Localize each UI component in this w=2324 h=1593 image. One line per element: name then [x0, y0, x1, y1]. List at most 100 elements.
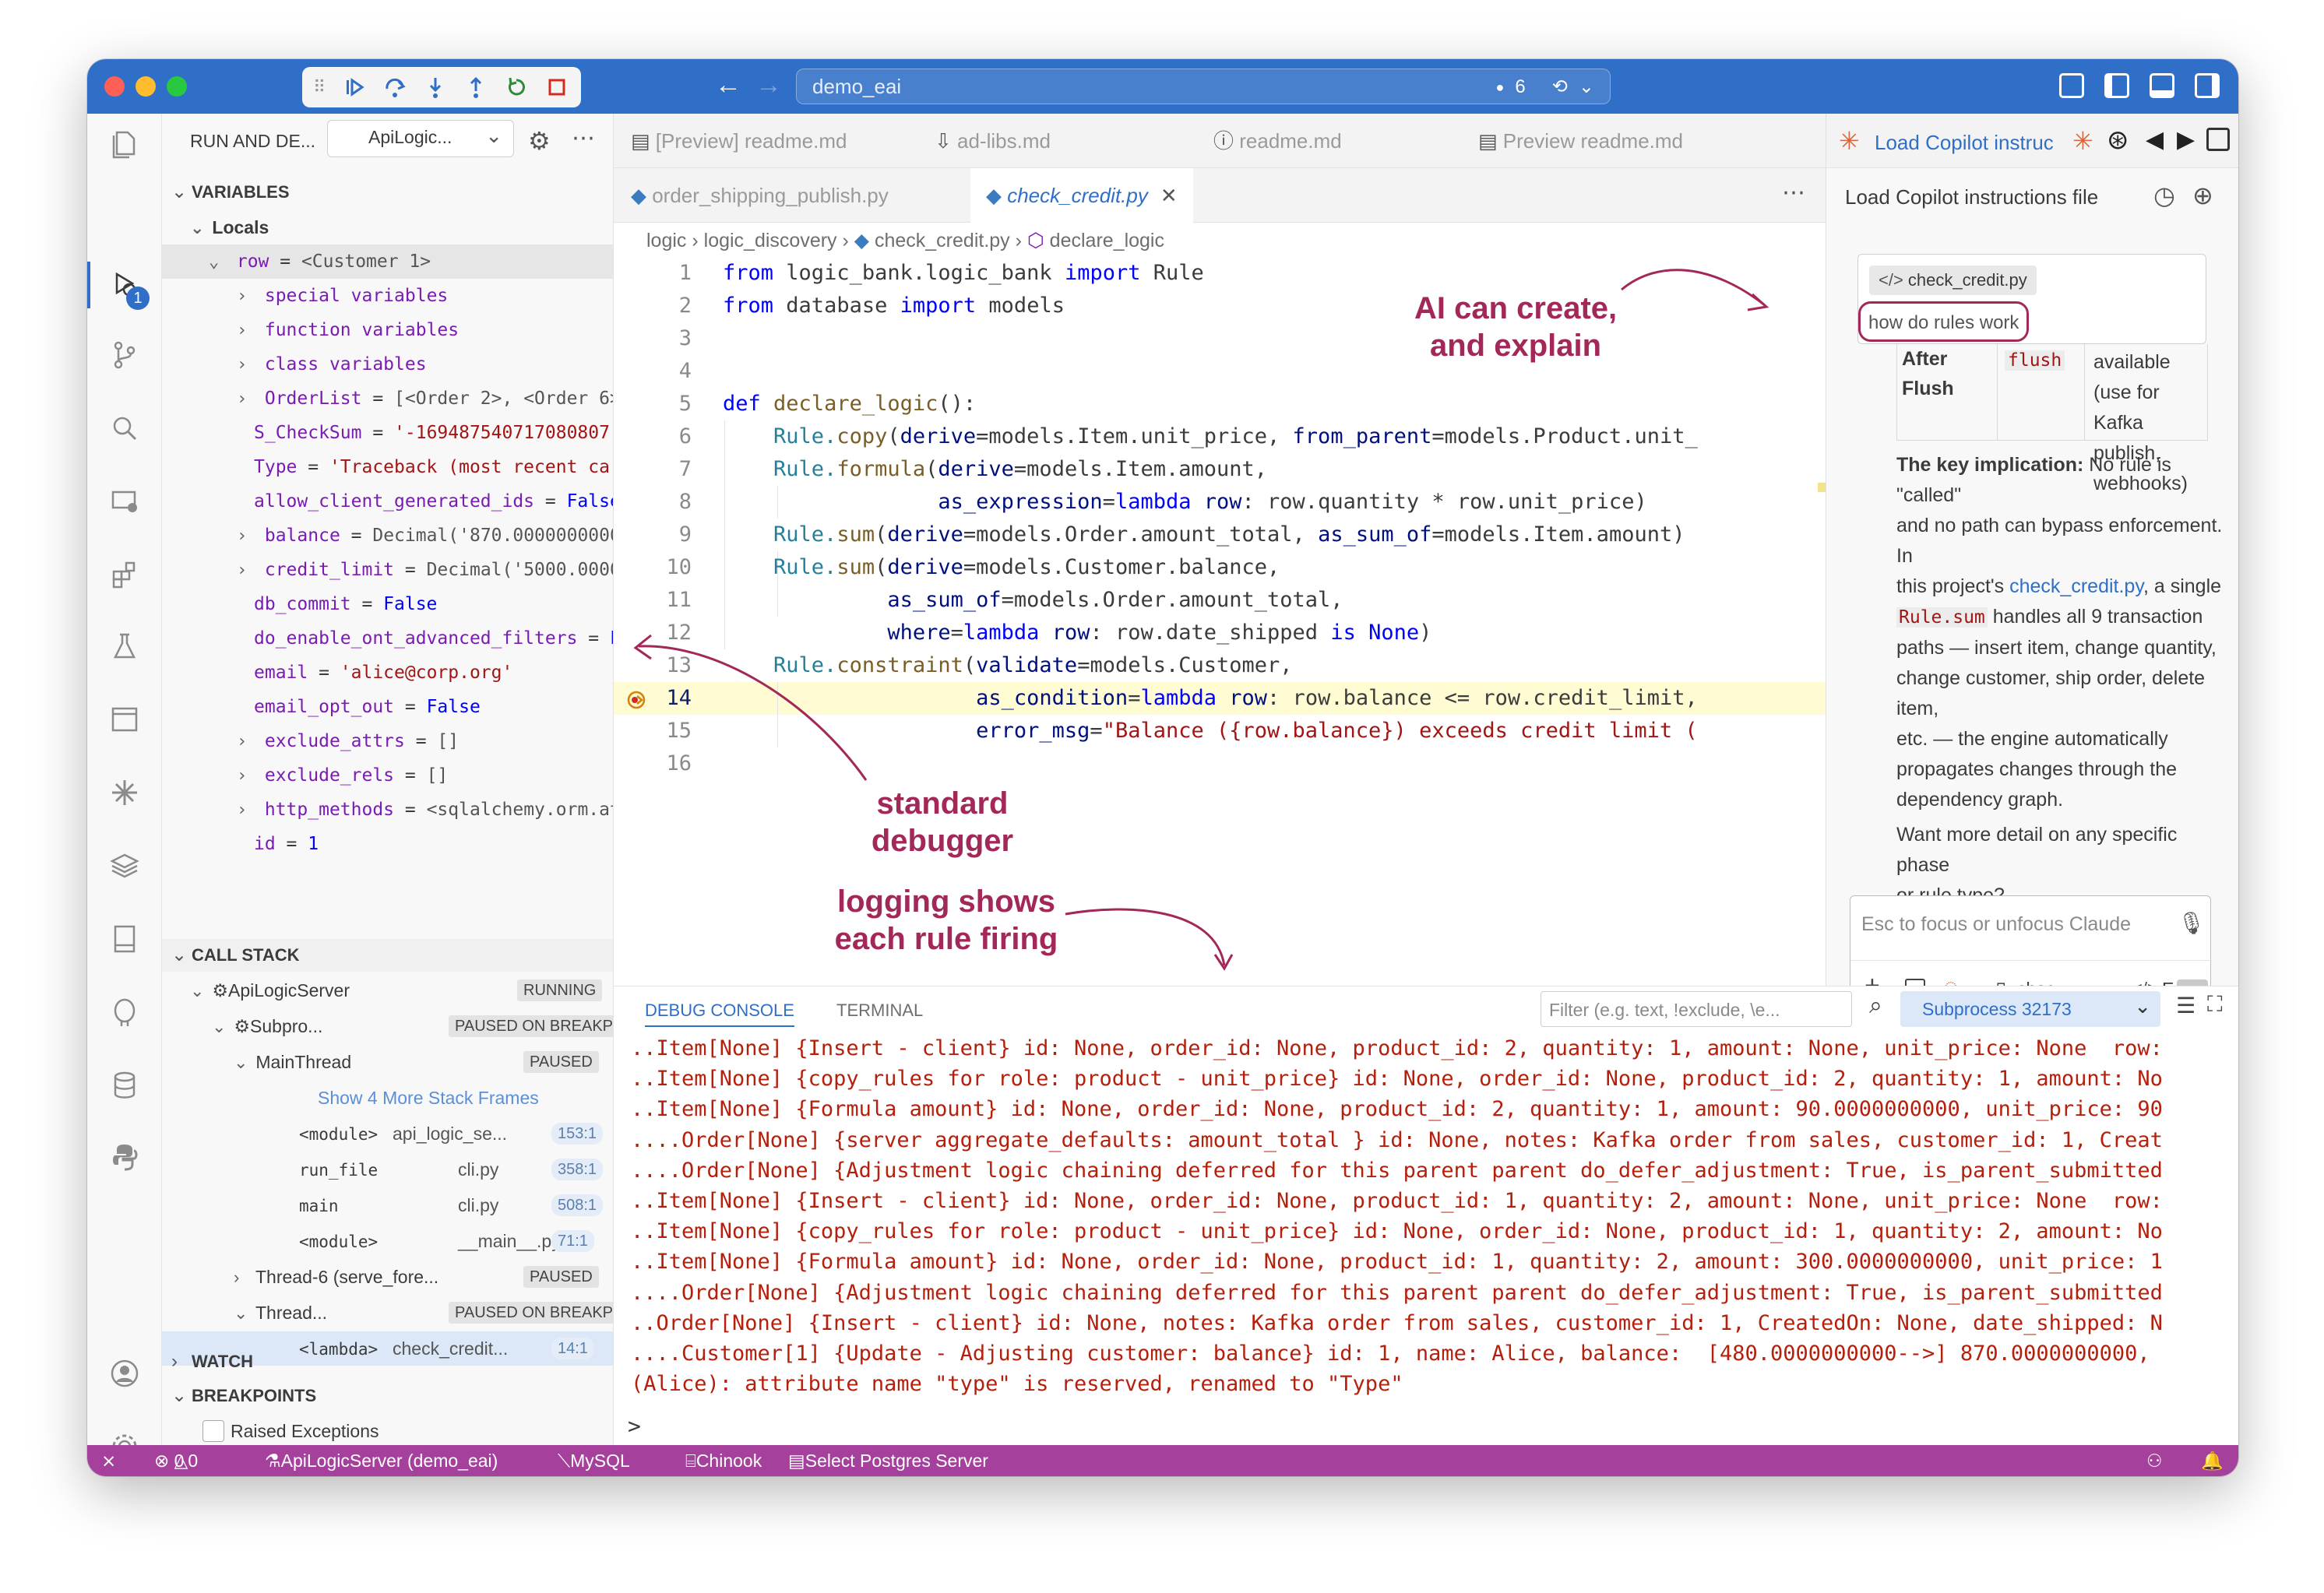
claude-icon[interactable] [109, 777, 140, 808]
breakpoint-current-icon[interactable] [626, 690, 646, 710]
back-arrow-icon[interactable]: ← [715, 70, 741, 100]
bell-icon[interactable]: 🔔 [2201, 1445, 2224, 1476]
breakpoint-item[interactable]: Raised Exceptions [162, 1414, 613, 1445]
row-variable[interactable]: ⌄ row = <Customer 1> [162, 244, 613, 279]
history-icon[interactable]: ◷ [2153, 181, 2175, 210]
process-select[interactable]: Subprocess 32173 ⌄ [1900, 991, 2160, 1027]
python-icon[interactable] [109, 1141, 140, 1173]
more-actions-icon[interactable]: ⋯ [572, 125, 595, 152]
breadcrumb-logic[interactable]: logic [646, 230, 686, 251]
account-icon[interactable] [109, 1358, 140, 1389]
maximize-panel-icon[interactable]: ⛶ [2207, 992, 2223, 1018]
add-context-icon[interactable]: + [1864, 971, 1880, 986]
send-button[interactable]: ↑ [2177, 979, 2208, 986]
remote-icon[interactable]: ⨯ [101, 1445, 116, 1476]
call-stack-frame[interactable]: ⌄ ⚙ApiLogicServer RUNNING [162, 973, 613, 1007]
explorer-icon[interactable] [109, 128, 140, 159]
microphone-icon[interactable]: 🎙 [2178, 910, 2206, 936]
call-stack-frame[interactable]: main cli.py 508:1 [162, 1188, 613, 1222]
forward-arrow-icon[interactable]: → [755, 70, 782, 100]
problems-indicator[interactable]: ● 6 ⟲ ⌄ [1496, 69, 1594, 105]
step-into-icon[interactable] [424, 76, 447, 99]
variable-row[interactable]: › exclude_attrs = [] [162, 724, 613, 758]
gear-icon[interactable]: ⚙ [528, 126, 551, 156]
tab-preview-readme[interactable]: ▤ [Preview] readme.md [631, 114, 847, 168]
variable-row[interactable]: db_commit = False [162, 587, 613, 621]
launch-config-select[interactable]: ApiLogic... ⌄ [327, 120, 514, 157]
variable-row[interactable]: › special variables [162, 279, 613, 313]
call-stack-frame[interactable]: <module> api_logic_se... 153:1 [162, 1117, 613, 1151]
variable-row[interactable]: › OrderList = [<Order 2>, <Order 6>... [162, 382, 613, 416]
stop-icon[interactable] [545, 76, 569, 99]
mysql-status[interactable]: ⟍ MySQL [558, 1445, 630, 1476]
call-stack-frame[interactable]: ⌄ MainThread PAUSED [162, 1045, 613, 1079]
openai-icon[interactable]: ⊛ [2107, 125, 2129, 156]
layers-icon[interactable] [109, 850, 140, 881]
call-stack-frame[interactable]: ⌄ Thread...PAUSED ON BREAKPOINT [162, 1296, 613, 1330]
tab-preview-readme-2[interactable]: ▤ Preview readme.md [1478, 114, 1683, 168]
tab-ad-libs[interactable]: ⇩ ad-libs.md [935, 114, 1051, 168]
variable-row[interactable]: › balance = Decimal('870.0000000000... [162, 519, 613, 553]
toggle-panel-icon[interactable] [2150, 73, 2174, 98]
variable-row[interactable]: email = 'alice@corp.org' [162, 656, 613, 690]
search-icon[interactable]: ⌕ [1869, 993, 1882, 1019]
notebook-icon[interactable] [109, 923, 140, 955]
split-editor-icon[interactable] [2206, 128, 2230, 151]
next-icon[interactable]: ▶ [2177, 126, 2195, 153]
chat-input-box[interactable]: Esc to focus or unfocus Claude 🎙 + ◌ ▯ c… [1850, 895, 2223, 986]
variable-row[interactable]: id = 1 [162, 827, 613, 861]
remote-explorer-icon[interactable] [109, 486, 140, 517]
zoom-window-button[interactable] [167, 76, 187, 97]
source-control-icon[interactable] [109, 339, 140, 371]
breakpoint-checkbox[interactable] [202, 1420, 224, 1442]
breadcrumb-logic-discovery[interactable]: logic_discovery [704, 230, 837, 251]
call-stack-frame[interactable]: <module> __main__.py 71:1 [162, 1224, 613, 1258]
file-attachment-chip[interactable]: </> check_credit.py [1869, 266, 2037, 295]
breakpoints-section-header[interactable]: ⌄ BREAKPOINTS [162, 1380, 613, 1412]
variable-row[interactable]: Type = 'Traceback (most recent ca... [162, 450, 613, 484]
tab-check-credit[interactable]: ◆ check_credit.py ✕ [970, 168, 1193, 223]
variable-row[interactable]: allow_client_generated_ids = False [162, 484, 613, 519]
step-out-icon[interactable] [464, 76, 488, 99]
close-icon[interactable]: ✕ [1160, 184, 1178, 207]
breadcrumb-file[interactable]: check_credit.py [875, 230, 1010, 251]
variable-row[interactable]: › http_methods = <sqlalchemy.orm.at... [162, 793, 613, 827]
call-stack-frame[interactable]: ⌄ ⚙Subpro...PAUSED ON BREAKPOINT [162, 1009, 613, 1043]
variable-row[interactable]: do_enable_ont_advanced_filters = F... [162, 621, 613, 656]
search-icon[interactable] [109, 413, 140, 444]
slash-command-icon[interactable] [1905, 979, 1925, 986]
claude-icon[interactable]: ✳ [2072, 126, 2093, 156]
breadcrumb-symbol[interactable]: declare_logic [1050, 230, 1164, 251]
call-stack-frame[interactable]: Show 4 More Stack Frames [162, 1081, 613, 1115]
extensions-icon[interactable] [109, 559, 140, 590]
call-stack-frame[interactable]: run_file cli.py 358:1 [162, 1152, 613, 1187]
database-icon[interactable] [109, 1070, 140, 1101]
continue-icon[interactable] [343, 76, 366, 99]
more-actions-icon[interactable]: ⋯ [1782, 179, 1805, 206]
file-context-label[interactable]: chec... [2017, 979, 2070, 986]
watch-section-header[interactable]: › WATCH [162, 1345, 613, 1378]
copilot-icon[interactable]: ⟲ [1552, 70, 1568, 104]
browser-icon[interactable] [109, 704, 140, 735]
variable-row[interactable]: › credit_limit = Decimal('5000.0000... [162, 553, 613, 587]
variable-row[interactable]: › exclude_rels = [] [162, 758, 613, 793]
variables-section-header[interactable]: ⌄ VARIABLES [162, 176, 613, 209]
variable-row[interactable]: email_opt_out = False [162, 690, 613, 724]
copilot-status-icon[interactable]: ⚇ [2146, 1445, 2163, 1476]
restart-icon[interactable] [505, 76, 528, 99]
chinook-status[interactable]: ⌸ Chinook [685, 1445, 762, 1476]
variable-row[interactable]: S_CheckSum = '-169487540717080807... [162, 416, 613, 450]
console-filter-input[interactable]: Filter (e.g. text, !exclude, \e... [1541, 991, 1852, 1027]
drag-handle-icon[interactable]: ⠿ [313, 77, 326, 97]
code-editor[interactable]: 1 from logic_bank.logic_bank import Rule … [614, 257, 1826, 989]
customize-layout-icon[interactable] [2059, 73, 2084, 98]
variable-row[interactable]: › class variables [162, 347, 613, 382]
postgres-icon[interactable] [109, 997, 140, 1028]
call-stack-frame[interactable]: › Thread-6 (serve_fore... PAUSED [162, 1260, 613, 1294]
toggle-secondary-sidebar-icon[interactable] [2195, 73, 2220, 98]
chat-tab-title[interactable]: Load Copilot instruc [1875, 131, 2054, 155]
minimize-window-button[interactable] [136, 76, 156, 97]
testing-icon[interactable] [109, 631, 140, 662]
variable-row[interactable]: › function variables [162, 313, 613, 347]
close-window-button[interactable] [104, 76, 125, 97]
